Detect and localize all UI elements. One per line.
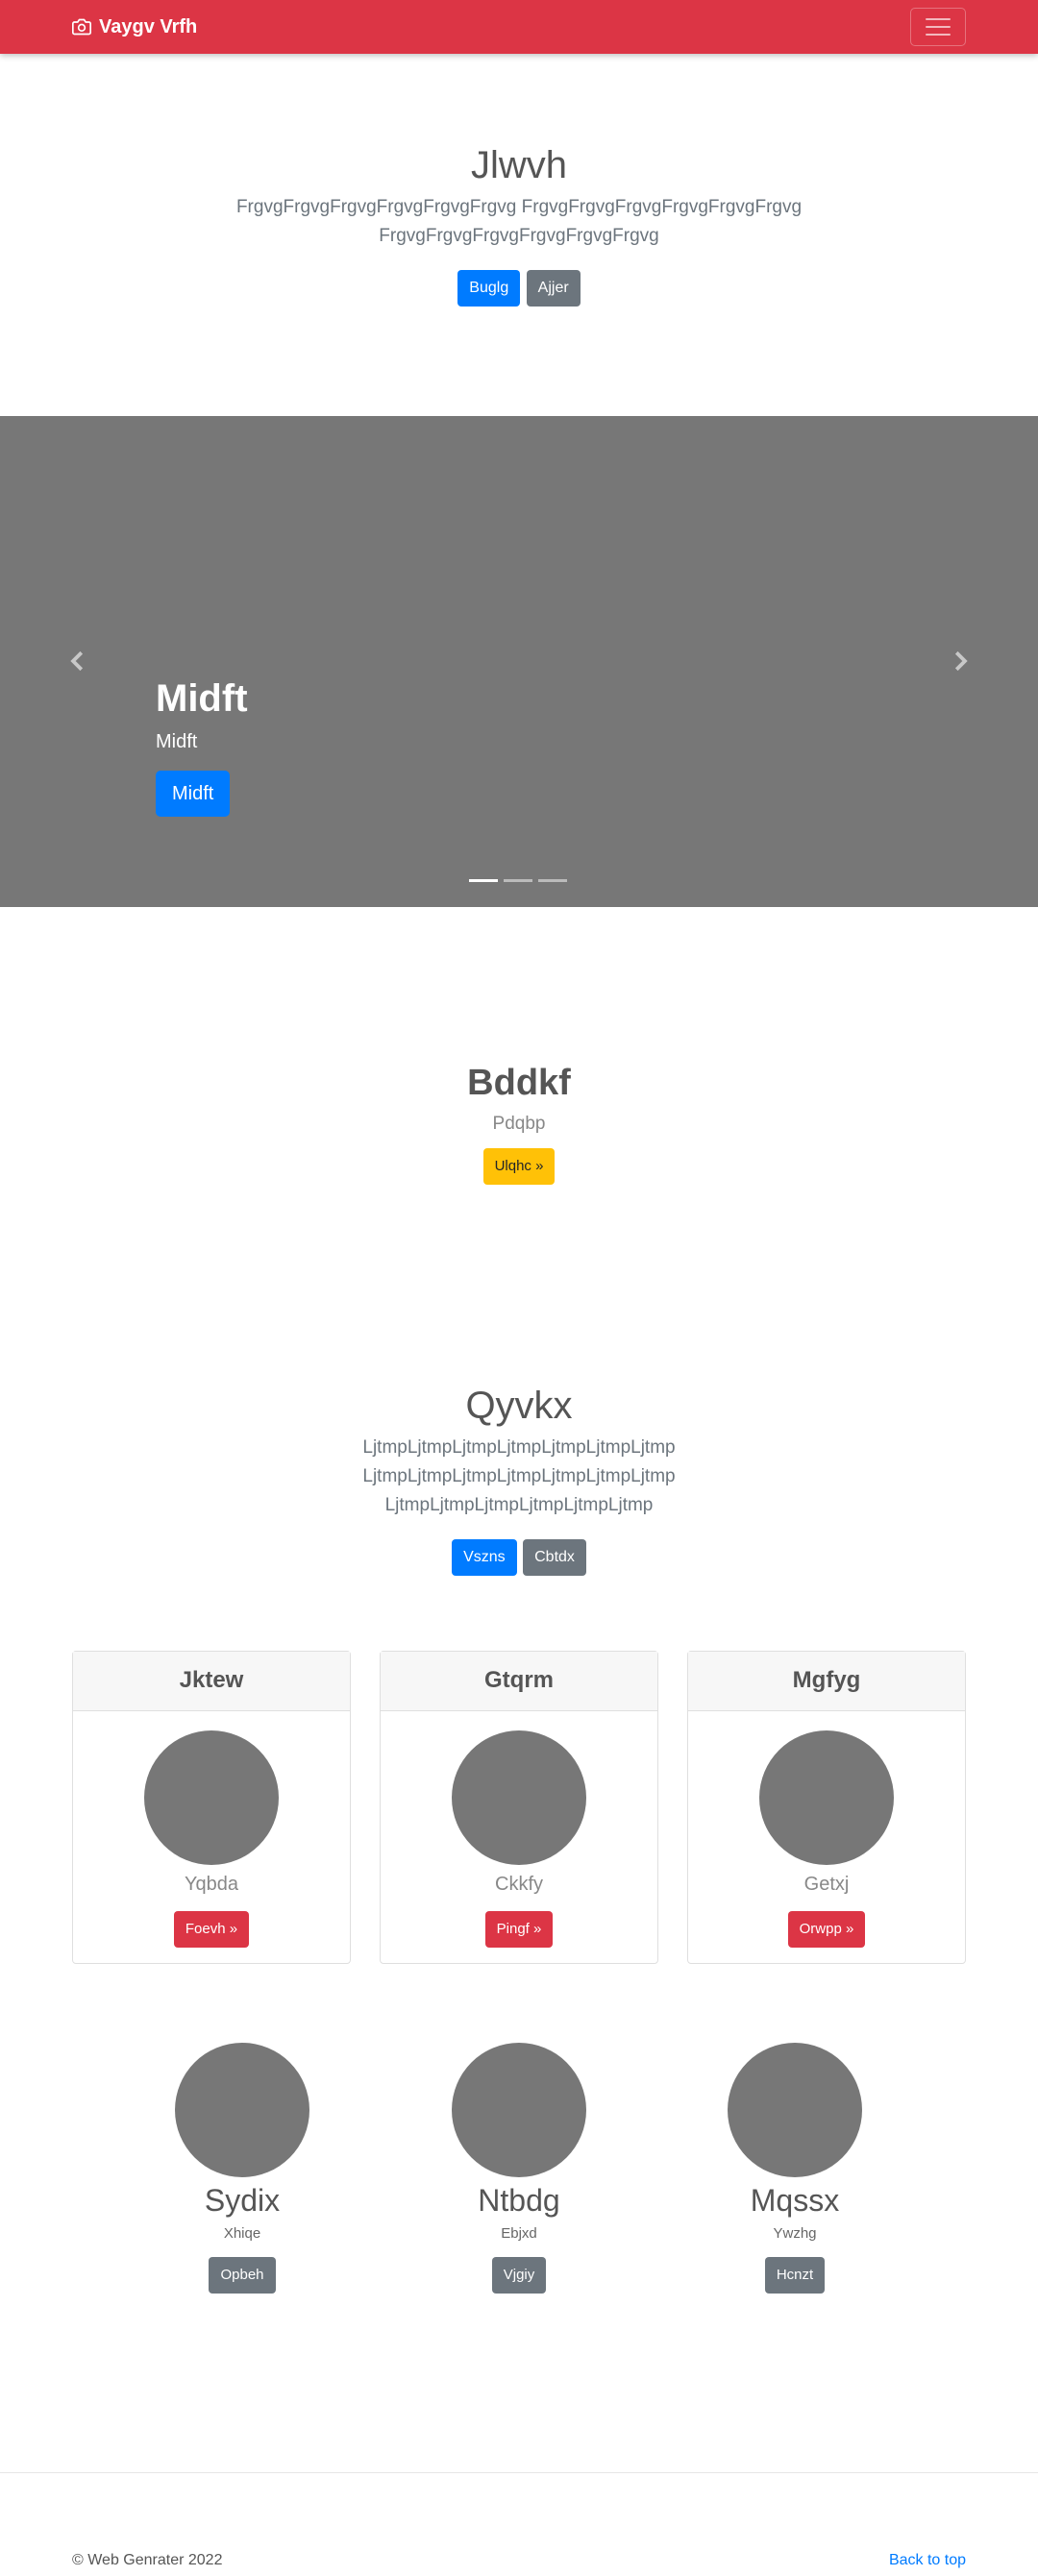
card-header: Mgfyg [688, 1652, 965, 1711]
hero-section: Jlwvh FrgvgFrgvgFrgvgFrgvgFrgvgFrgvg Frg… [0, 144, 1038, 307]
carousel-caption: Midft Midft Midft [156, 675, 248, 817]
card-header: Jktew [73, 1652, 350, 1711]
card-header: Gtqrm [381, 1652, 657, 1711]
brand-link[interactable]: Vaygv Vrfh [72, 15, 197, 38]
team-member: Mqssx Ywzhg Hcnzt [680, 2043, 910, 2294]
back-to-top-link[interactable]: Back to top [889, 2552, 966, 2569]
card-name: Yqbda [185, 1874, 238, 1895]
hero-secondary-button[interactable]: Ajjer [526, 270, 581, 307]
feature-button[interactable]: Ulqhc » [482, 1148, 556, 1185]
member-role: Xhiqe [223, 2225, 261, 2242]
carousel-indicator[interactable] [538, 879, 567, 882]
carousel-prev-button[interactable] [63, 647, 92, 675]
avatar [728, 2043, 862, 2177]
member-button[interactable]: Hcnzt [764, 2257, 826, 2294]
card: Jktew Yqbda Foevh » [72, 1651, 351, 1964]
carousel-indicators [469, 879, 567, 882]
chevron-left-icon [70, 650, 84, 672]
hamburger-icon-line [926, 18, 951, 20]
camera-icon [72, 18, 91, 36]
card-name: Ckkfy [495, 1874, 543, 1895]
avatar [452, 2043, 586, 2177]
hamburger-icon-line [926, 26, 951, 28]
member-role: Ywzhg [773, 2225, 817, 2242]
album-primary-button[interactable]: Vszns [452, 1539, 517, 1576]
navbar: Vaygv Vrfh [0, 0, 1038, 54]
album-title: Qyvkx [465, 1385, 573, 1427]
member-name: Ntbdg [478, 2183, 560, 2218]
hero-primary-button[interactable]: Buglg [457, 270, 521, 307]
carousel-button[interactable]: Midft [156, 771, 231, 817]
feature-section: Bddkf Pdqbp Ulqhc » [0, 1063, 1038, 1185]
footer-copyright: © Web Genrater 2022 [72, 2552, 223, 2568]
card-button[interactable]: Orwpp » [787, 1911, 866, 1948]
carousel: Midft Midft Midft [0, 416, 1038, 907]
brand-name: Vaygv Vrfh [99, 15, 198, 37]
hero-title: Jlwvh [470, 144, 568, 186]
album-secondary-button[interactable]: Cbtdx [523, 1539, 586, 1576]
card: Gtqrm Ckkfy Pingf » [380, 1651, 658, 1964]
feature-text: Pdqbp [492, 1114, 546, 1134]
album-lead: LjtmpLjtmpLjtmpLjtmpLjtmpLjtmpLjtmp Ljtm… [362, 1437, 676, 1515]
hamburger-icon-line [926, 34, 951, 36]
card: Mgfyg Getxj Orwpp » [687, 1651, 966, 1964]
placeholder-image [144, 1730, 279, 1865]
album-section: Qyvkx LjtmpLjtmpLjtmpLjtmpLjtmpLjtmpLjtm… [0, 1385, 1038, 1576]
member-button[interactable]: Opbeh [209, 2257, 276, 2294]
team-member: Sydix Xhiqe Opbeh [127, 2043, 358, 2294]
card-name: Getxj [803, 1874, 850, 1895]
carousel-indicator[interactable] [504, 879, 532, 882]
card-button[interactable]: Foevh » [173, 1911, 250, 1948]
footer-divider [0, 2472, 1038, 2473]
member-name: Sydix [204, 2183, 281, 2218]
placeholder-image [759, 1730, 894, 1865]
avatar [175, 2043, 309, 2177]
placeholder-image [452, 1730, 586, 1865]
carousel-next-button[interactable] [946, 647, 975, 675]
member-role: Ebjxd [501, 2225, 537, 2242]
member-button[interactable]: Vjgiy [491, 2257, 547, 2294]
navbar-toggler-button[interactable] [910, 8, 966, 46]
carousel-subtitle: Midft [156, 731, 198, 752]
team-member: Ntbdg Ebjxd Vjgiy [404, 2043, 634, 2294]
card-button[interactable]: Pingf » [484, 1911, 554, 1948]
chevron-right-icon [954, 650, 968, 672]
carousel-title: Midft [156, 677, 248, 720]
feature-title: Bddkf [467, 1063, 571, 1103]
hero-lead: FrgvgFrgvgFrgvgFrgvgFrgvgFrgvg FrgvgFrgv… [235, 197, 803, 246]
member-name: Mqssx [750, 2183, 840, 2218]
carousel-indicator[interactable] [469, 879, 498, 882]
